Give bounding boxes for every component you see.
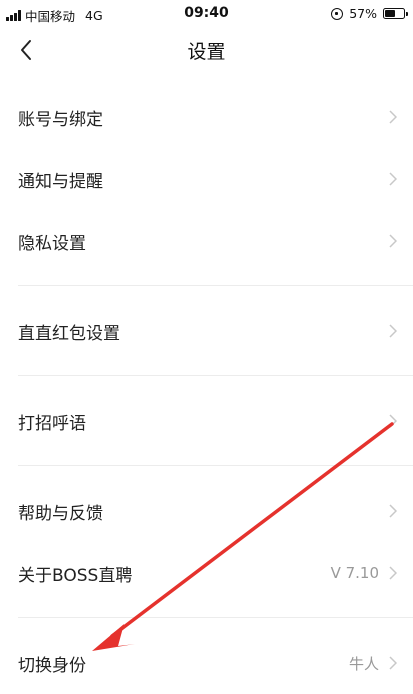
status-bar: 中国移动 4G 09:40 57% [0,0,413,28]
chevron-right-icon [389,656,399,670]
settings-item-privacy[interactable]: 隐私设置 [0,210,413,272]
battery-fill [385,10,396,17]
section-divider [0,272,413,300]
rotation-lock-icon [331,7,344,20]
settings-item-help[interactable]: 帮助与反馈 [0,480,413,542]
identity-value: 牛人 [348,654,379,673]
section-divider [0,362,413,390]
battery-percent: 57% [349,6,377,21]
battery-icon [383,8,408,19]
navigation-bar: 设置 [0,28,413,72]
section-divider [0,604,413,632]
settings-item-greeting[interactable]: 打招呼语 [0,390,413,452]
settings-item-label: 隐私设置 [18,233,86,254]
chevron-right-icon [389,110,399,124]
chevron-right-icon [389,566,399,580]
chevron-right-icon [389,414,399,428]
settings-item-label: 切换身份 [18,655,86,676]
section-divider [0,452,413,480]
settings-item-about[interactable]: 关于BOSS直聘 V 7.10 [0,542,413,604]
status-right: 57% [331,6,408,21]
settings-item-label: 打招呼语 [18,413,86,434]
page-title: 设置 [187,41,226,63]
settings-menu: 账号与绑定 通知与提醒 隐私设置 直直红包设置 打招呼语 帮助与反馈 关于BOS… [0,86,413,694]
settings-item-red-packet[interactable]: 直直红包设置 [0,300,413,362]
chevron-right-icon [389,504,399,518]
chevron-right-icon [389,234,399,248]
settings-item-label: 关于BOSS直聘 [18,565,133,586]
settings-item-label: 直直红包设置 [18,323,120,344]
chevron-right-icon [389,172,399,186]
version-value: V 7.10 [330,564,379,582]
settings-item-label: 账号与绑定 [18,109,103,130]
settings-item-label: 帮助与反馈 [18,503,103,524]
settings-item-notifications[interactable]: 通知与提醒 [0,148,413,210]
settings-item-account[interactable]: 账号与绑定 [0,86,413,148]
settings-item-label: 通知与提醒 [18,171,103,192]
settings-item-switch-identity[interactable]: 切换身份 牛人 [0,632,413,694]
chevron-right-icon [389,324,399,338]
